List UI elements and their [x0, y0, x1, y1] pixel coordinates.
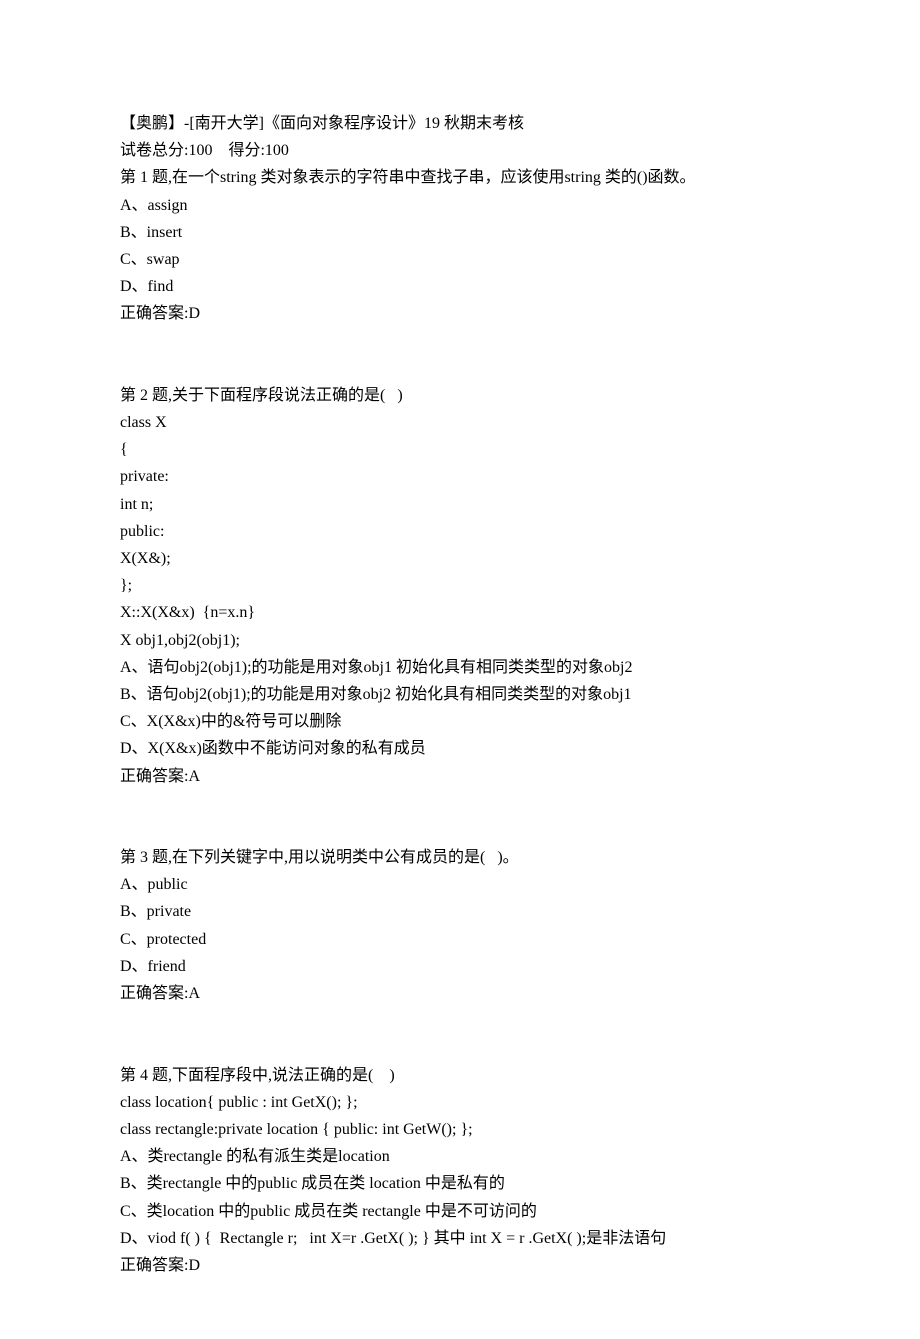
- code-line: X(X&);: [120, 545, 800, 572]
- question-option: C、protected: [120, 926, 800, 953]
- question-option: D、viod f( ) { Rectangle r; int X=r .GetX…: [120, 1225, 800, 1252]
- question-option: A、assign: [120, 192, 800, 219]
- question-option: A、语句obj2(obj1);的功能是用对象obj1 初始化具有相同类类型的对象…: [120, 654, 800, 681]
- question-option: A、类rectangle 的私有派生类是location: [120, 1143, 800, 1170]
- question-prompt: 第 2 题,关于下面程序段说法正确的是( ): [120, 382, 800, 409]
- question-option: D、X(X&x)函数中不能访问对象的私有成员: [120, 735, 800, 762]
- question-option: B、private: [120, 898, 800, 925]
- document-page: 【奥鹏】-[南开大学]《面向对象程序设计》19 秋期末考核 试卷总分:100 得…: [0, 0, 920, 1339]
- doc-title: 【奥鹏】-[南开大学]《面向对象程序设计》19 秋期末考核: [120, 110, 800, 137]
- question-prompt: 第 1 题,在一个string 类对象表示的字符串中查找子串，应该使用strin…: [120, 164, 800, 191]
- question-answer: 正确答案:D: [120, 1252, 800, 1279]
- question-option: A、public: [120, 871, 800, 898]
- code-line: int n;: [120, 491, 800, 518]
- code-line: class rectangle:private location { publi…: [120, 1116, 800, 1143]
- question-answer: 正确答案:A: [120, 980, 800, 1007]
- code-line: X::X(X&x) {n=x.n}: [120, 599, 800, 626]
- question-option: C、swap: [120, 246, 800, 273]
- question-option: D、find: [120, 273, 800, 300]
- question-answer: 正确答案:D: [120, 300, 800, 327]
- code-line: {: [120, 436, 800, 463]
- score-line: 试卷总分:100 得分:100: [120, 137, 800, 164]
- question-option: B、insert: [120, 219, 800, 246]
- question-option: D、friend: [120, 953, 800, 980]
- code-line: };: [120, 572, 800, 599]
- spacer: [120, 328, 800, 382]
- question-option: C、X(X&x)中的&符号可以删除: [120, 708, 800, 735]
- question-option: B、语句obj2(obj1);的功能是用对象obj2 初始化具有相同类类型的对象…: [120, 681, 800, 708]
- code-line: private:: [120, 463, 800, 490]
- question-option: C、类location 中的public 成员在类 rectangle 中是不可…: [120, 1198, 800, 1225]
- question-prompt: 第 4 题,下面程序段中,说法正确的是( ): [120, 1062, 800, 1089]
- code-line: class X: [120, 409, 800, 436]
- question-option: B、类rectangle 中的public 成员在类 location 中是私有…: [120, 1170, 800, 1197]
- code-line: public:: [120, 518, 800, 545]
- question-prompt: 第 3 题,在下列关键字中,用以说明类中公有成员的是( )。: [120, 844, 800, 871]
- code-line: X obj1,obj2(obj1);: [120, 627, 800, 654]
- code-line: class location{ public : int GetX(); };: [120, 1089, 800, 1116]
- spacer: [120, 790, 800, 844]
- question-answer: 正确答案:A: [120, 763, 800, 790]
- spacer: [120, 1007, 800, 1061]
